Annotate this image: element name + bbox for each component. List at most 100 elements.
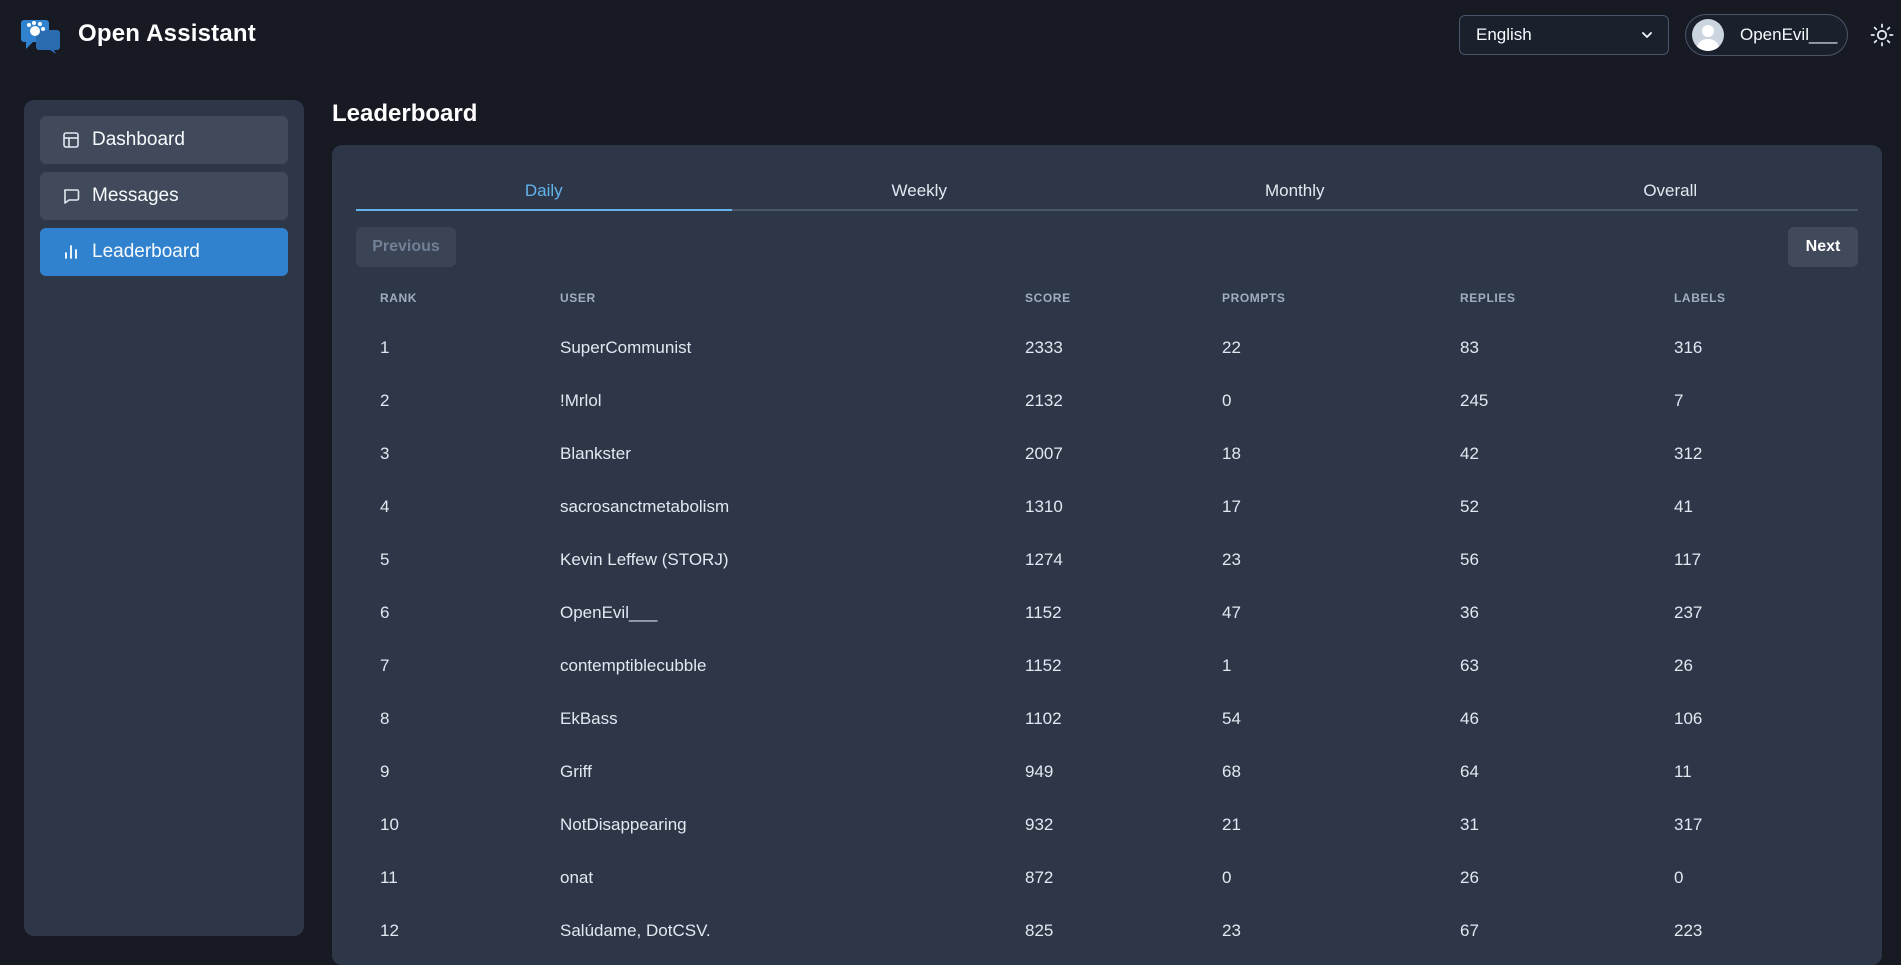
table-row: 9 Griff 949 68 64 11 [356, 745, 1858, 798]
cell-score: 872 [1025, 867, 1054, 887]
page-title: Leaderboard [332, 100, 478, 127]
cell-user: Kevin Leffew (STORJ) [560, 549, 729, 569]
cell-user: EkBass [560, 708, 618, 728]
table-row: 10 NotDisappearing 932 21 31 317 [356, 798, 1858, 851]
cell-score: 932 [1025, 814, 1054, 834]
cell-labels: 312 [1674, 443, 1703, 463]
cell-score: 1152 [1025, 602, 1062, 622]
table-row: 4 sacrosanctmetabolism 1310 17 52 41 [356, 480, 1858, 533]
cell-score: 1102 [1025, 708, 1062, 728]
cell-rank: 6 [380, 602, 390, 622]
cell-user: contemptiblecubble [560, 655, 707, 675]
period-tabs: Daily Weekly Monthly Overall [356, 167, 1858, 211]
cell-user: Salúdame, DotCSV. [560, 920, 711, 940]
cell-prompts: 47 [1222, 602, 1241, 622]
cell-replies: 245 [1460, 390, 1489, 410]
table-header-row: RANK USER SCORE PROMPTS REPLIES LABELS [356, 275, 1858, 321]
language-select-value: English [1476, 25, 1532, 44]
leaderboard-table: RANK USER SCORE PROMPTS REPLIES LABELS 1… [356, 275, 1858, 957]
cell-prompts: 54 [1222, 708, 1241, 728]
language-select[interactable]: English [1459, 15, 1669, 55]
column-header-score: SCORE [1025, 291, 1071, 305]
sidebar-item-label: Leaderboard [92, 241, 200, 262]
cell-prompts: 0 [1222, 390, 1232, 410]
table-row: 12 Salúdame, DotCSV. 825 23 67 223 [356, 904, 1858, 957]
cell-replies: 83 [1460, 337, 1479, 357]
sidebar-item-label: Dashboard [92, 129, 185, 150]
app-title[interactable]: Open Assistant [78, 20, 256, 48]
table-row: 5 Kevin Leffew (STORJ) 1274 23 56 117 [356, 533, 1858, 586]
cell-prompts: 23 [1222, 920, 1241, 940]
cell-score: 949 [1025, 761, 1054, 781]
cell-score: 1274 [1025, 549, 1063, 569]
cell-rank: 9 [380, 761, 390, 781]
bar-chart-icon [65, 245, 77, 259]
tab-daily[interactable]: Daily [356, 167, 732, 211]
sidebar-item-label: Messages [92, 185, 179, 206]
cell-labels: 11 [1674, 761, 1692, 781]
cell-rank: 10 [380, 814, 399, 834]
open-assistant-logo-icon[interactable] [20, 18, 62, 54]
cell-labels: 0 [1674, 867, 1684, 887]
cell-replies: 52 [1460, 496, 1479, 516]
sidebar-item-messages[interactable]: Messages [40, 172, 288, 220]
cell-user: SuperCommunist [560, 337, 692, 357]
message-icon [64, 189, 80, 204]
cell-labels: 317 [1674, 814, 1703, 834]
cell-rank: 8 [380, 708, 390, 728]
cell-prompts: 21 [1222, 814, 1241, 834]
cell-rank: 7 [380, 655, 390, 675]
top-bar: Open Assistant English OpenEvil___ [0, 0, 1901, 70]
tab-overall[interactable]: Overall [1483, 167, 1859, 209]
chevron-down-icon [1642, 32, 1652, 38]
cell-rank: 2 [380, 390, 390, 410]
table-row: 11 onat 872 0 26 0 [356, 851, 1858, 904]
cell-rank: 12 [380, 920, 399, 940]
cell-replies: 67 [1460, 920, 1479, 940]
cell-user: Blankster [560, 443, 631, 463]
cell-user: !Mrlol [560, 390, 602, 410]
sidebar-item-dashboard[interactable]: Dashboard [40, 116, 288, 164]
cell-prompts: 17 [1222, 496, 1241, 516]
tab-monthly[interactable]: Monthly [1107, 167, 1483, 209]
cell-labels: 316 [1674, 337, 1703, 357]
tab-weekly[interactable]: Weekly [732, 167, 1108, 209]
table-row: 3 Blankster 2007 18 42 312 [356, 427, 1858, 480]
cell-score: 2132 [1025, 390, 1063, 410]
cell-score: 825 [1025, 920, 1054, 940]
leaderboard-panel: Daily Weekly Monthly Overall Previous Ne… [332, 145, 1882, 965]
sidebar: Dashboard Messages Leaderboard [24, 100, 304, 936]
cell-user: NotDisappearing [560, 814, 687, 834]
cell-labels: 223 [1674, 920, 1703, 940]
column-header-replies: REPLIES [1460, 291, 1516, 305]
cell-rank: 5 [380, 549, 390, 569]
user-menu-button[interactable]: OpenEvil___ [1685, 14, 1848, 56]
cell-score: 1152 [1025, 655, 1062, 675]
column-header-user: USER [560, 291, 596, 305]
column-header-labels: LABELS [1674, 291, 1726, 305]
cell-replies: 46 [1460, 708, 1479, 728]
column-header-rank: RANK [380, 291, 418, 305]
cell-user: OpenEvil___ [560, 602, 658, 622]
cell-user: onat [560, 867, 594, 887]
cell-user: Griff [560, 761, 592, 781]
avatar [1692, 19, 1724, 51]
previous-button[interactable]: Previous [356, 227, 456, 267]
cell-labels: 106 [1674, 708, 1703, 728]
sidebar-item-leaderboard[interactable]: Leaderboard [40, 228, 288, 276]
cell-score: 2007 [1025, 443, 1063, 463]
cell-replies: 26 [1460, 867, 1479, 887]
cell-rank: 3 [380, 443, 390, 463]
cell-prompts: 1 [1222, 655, 1232, 675]
cell-labels: 7 [1674, 390, 1684, 410]
cell-prompts: 0 [1222, 867, 1232, 887]
table-row: 6 OpenEvil___ 1152 47 36 237 [356, 586, 1858, 639]
layout-icon [63, 132, 79, 148]
cell-labels: 117 [1674, 549, 1702, 569]
cell-replies: 56 [1460, 549, 1479, 569]
next-button[interactable]: Next [1788, 227, 1858, 267]
cell-replies: 64 [1460, 761, 1479, 781]
sun-icon[interactable] [1870, 23, 1894, 47]
cell-replies: 42 [1460, 443, 1479, 463]
cell-prompts: 68 [1222, 761, 1241, 781]
